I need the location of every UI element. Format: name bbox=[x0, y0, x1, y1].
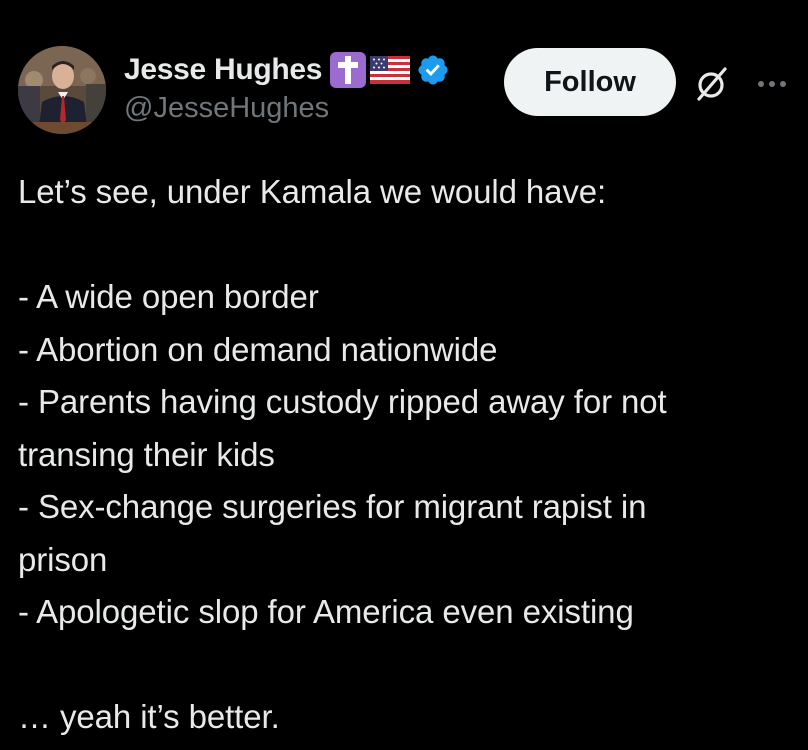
author-names: Jesse Hughes @JesseHughes bbox=[124, 50, 494, 125]
tweet-intro: Let’s see, under Kamala we would have: bbox=[18, 173, 607, 210]
tweet-closing: … yeah it’s better. bbox=[18, 698, 280, 735]
author-name-row[interactable]: Jesse Hughes bbox=[124, 50, 494, 90]
list-item: - A wide open border bbox=[18, 278, 319, 315]
paragraph-break bbox=[18, 639, 798, 692]
grok-icon[interactable] bbox=[692, 64, 732, 104]
list-item-continuation: transing their kids bbox=[18, 435, 275, 473]
follow-button[interactable]: Follow bbox=[504, 48, 676, 116]
list-item: - Apologetic slop for America even exist… bbox=[18, 593, 634, 630]
latin-cross-emoji bbox=[330, 52, 367, 88]
list-item: - Sex-change surgeries for migrant rapis… bbox=[18, 488, 647, 525]
list-item: - Parents having custody ripped away for… bbox=[18, 383, 667, 420]
author-display-name[interactable]: Jesse Hughes bbox=[124, 53, 322, 87]
tweet: Jesse Hughes @JesseHughes Follow Let’s s… bbox=[0, 0, 808, 750]
avatar[interactable] bbox=[18, 46, 106, 134]
author-handle[interactable]: @JesseHughes bbox=[124, 92, 494, 125]
avatar-photo-icon bbox=[18, 46, 106, 134]
list-item: - Abortion on demand nationwide bbox=[18, 330, 498, 368]
list-item-continuation: prison bbox=[18, 540, 108, 578]
paragraph-break bbox=[18, 219, 798, 272]
tweet-text: Let’s see, under Kamala we would have: -… bbox=[18, 166, 798, 744]
verified-badge-icon[interactable] bbox=[416, 53, 450, 87]
us-flag-emoji bbox=[370, 56, 411, 84]
more-options-icon[interactable] bbox=[752, 64, 792, 104]
tweet-header: Jesse Hughes @JesseHughes Follow bbox=[0, 0, 808, 150]
